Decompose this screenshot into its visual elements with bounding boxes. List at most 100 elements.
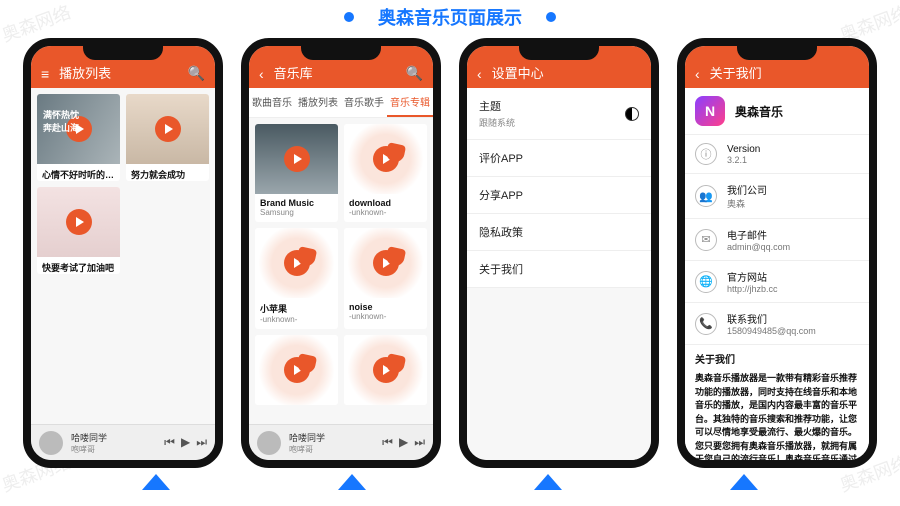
tab-artists[interactable]: 音乐歌手 (341, 88, 387, 117)
tab-albums[interactable]: 音乐专辑 (387, 88, 433, 117)
row-label: 电子邮件 (727, 227, 790, 242)
triangle-icon (338, 474, 366, 490)
row-label: 我们公司 (727, 182, 767, 197)
album-card[interactable] (255, 335, 338, 405)
now-playing-bar[interactable]: 哈喽同学 咆哮哥 ⏮ ▶ ⏭ (31, 424, 215, 460)
back-icon[interactable]: ‹ (477, 66, 482, 82)
card-title: Brand Music (255, 194, 338, 208)
row-label: 分享APP (479, 187, 523, 203)
indicator-row (0, 474, 900, 490)
card-title: 努力就会成功 (126, 164, 209, 181)
playlist-card[interactable]: 努力就会成功 (126, 94, 209, 181)
row-label: 评价APP (479, 150, 523, 166)
library-tabs: 歌曲音乐 播放列表 音乐歌手 音乐专辑 (249, 88, 433, 118)
app-logo-icon: N (695, 96, 725, 126)
play-icon[interactable] (155, 116, 181, 142)
play-icon[interactable]: ▶ (399, 435, 408, 450)
menu-icon[interactable]: ≡ (41, 66, 49, 82)
settings-row-theme[interactable]: 主题 跟随系统 (467, 88, 651, 140)
card-sub: Samsung (255, 208, 338, 222)
phone-settings: ‹ 设置中心 主题 跟随系统 评价APP 分享APP 隐私政策 关于我们 (459, 38, 659, 468)
about-text-block: 关于我们 奥森音乐播放器是一款带有精彩音乐推荐功能的播放器，同时支持在线音乐和本… (685, 345, 869, 460)
triangle-icon (730, 474, 758, 490)
appbar-title: 关于我们 (710, 63, 859, 82)
row-label: Version (727, 144, 760, 155)
row-value: admin@qq.com (727, 242, 790, 252)
row-value: 奥森 (727, 197, 767, 210)
card-sub: -unknown- (344, 312, 427, 326)
next-icon[interactable]: ⏭ (414, 435, 425, 450)
play-icon[interactable] (284, 146, 310, 172)
about-content: N 奥森音乐 ⓘ Version3.2.1 👥 我们公司奥森 ✉ 电子邮件adm… (685, 88, 869, 460)
phones-row: ≡ 播放列表 🔍 满怀热忱奔赴山海 心情不好时听的歌曲 努力就会成功 快要考试了… (0, 38, 900, 468)
theme-value: 跟随系统 (479, 116, 515, 129)
about-body: 奥森音乐播放器是一款带有精彩音乐推荐功能的播放器，同时支持在线音乐和本地音乐的播… (695, 372, 859, 460)
search-icon[interactable]: 🔍 (188, 65, 205, 82)
card-title: 小苹果 (255, 298, 338, 315)
library-content: Brand Music Samsung download -unknown- 小… (249, 118, 433, 424)
phone-library: ‹ 音乐库 🔍 歌曲音乐 播放列表 音乐歌手 音乐专辑 Brand Music … (241, 38, 441, 468)
album-card[interactable]: Brand Music Samsung (255, 124, 338, 222)
settings-row-rate[interactable]: 评价APP (467, 140, 651, 177)
card-title: download (344, 194, 427, 208)
album-art-icon (39, 431, 63, 455)
info-icon: ⓘ (695, 143, 717, 165)
about-row-contact[interactable]: 📞 联系我们1580949485@qq.com (685, 303, 869, 345)
play-icon[interactable]: ▶ (181, 435, 190, 450)
play-icon[interactable] (66, 209, 92, 235)
about-heading: 关于我们 (695, 353, 859, 368)
album-card[interactable]: 小苹果 -unknown- (255, 228, 338, 329)
settings-row-share[interactable]: 分享APP (467, 177, 651, 214)
page-title: 奥森音乐页面展示 (378, 4, 522, 30)
back-icon[interactable]: ‹ (259, 66, 264, 82)
album-card[interactable] (344, 335, 427, 405)
row-value: 3.2.1 (727, 155, 760, 165)
prev-icon[interactable]: ⏮ (164, 435, 175, 450)
row-label: 隐私政策 (479, 224, 523, 240)
about-app-row: N 奥森音乐 (685, 88, 869, 135)
triangle-icon (534, 474, 562, 490)
decoration-dot (344, 12, 354, 22)
appbar-title: 设置中心 (492, 63, 641, 82)
appbar-title: 音乐库 (274, 63, 396, 82)
decoration-dot (546, 12, 556, 22)
row-label: 官方网站 (727, 269, 778, 284)
album-card[interactable]: download -unknown- (344, 124, 427, 222)
about-row-website[interactable]: 🌐 官方网站http://jhzb.cc (685, 261, 869, 303)
about-row-version[interactable]: ⓘ Version3.2.1 (685, 135, 869, 174)
search-icon[interactable]: 🔍 (406, 65, 423, 82)
album-card[interactable]: noise -unknown- (344, 228, 427, 329)
showcase-header: 奥森音乐页面展示 (0, 0, 900, 30)
row-value: 1580949485@qq.com (727, 326, 816, 336)
next-icon[interactable]: ⏭ (196, 435, 207, 450)
phone-about: ‹ 关于我们 N 奥森音乐 ⓘ Version3.2.1 👥 我们公司奥森 ✉ … (677, 38, 877, 468)
tab-songs[interactable]: 歌曲音乐 (249, 88, 295, 117)
back-icon[interactable]: ‹ (695, 66, 700, 82)
card-sub: -unknown- (255, 315, 338, 329)
appbar: ‹ 音乐库 🔍 (249, 46, 433, 88)
about-row-company[interactable]: 👥 我们公司奥森 (685, 174, 869, 219)
playlist-content: 满怀热忱奔赴山海 心情不好时听的歌曲 努力就会成功 快要考试了加油吧 (31, 88, 215, 424)
card-title: 心情不好时听的歌曲 (37, 164, 120, 181)
appbar: ‹ 关于我们 (685, 46, 869, 88)
globe-icon: 🌐 (695, 271, 717, 293)
np-artist: 咆哮哥 (289, 444, 374, 455)
tab-playlists[interactable]: 播放列表 (295, 88, 341, 117)
row-label: 联系我们 (727, 311, 816, 326)
settings-row-privacy[interactable]: 隐私政策 (467, 214, 651, 251)
settings-row-about[interactable]: 关于我们 (467, 251, 651, 288)
row-value: http://jhzb.cc (727, 284, 778, 294)
playlist-card[interactable]: 快要考试了加油吧 (37, 187, 120, 274)
playlist-card[interactable]: 满怀热忱奔赴山海 心情不好时听的歌曲 (37, 94, 120, 181)
about-row-email[interactable]: ✉ 电子邮件admin@qq.com (685, 219, 869, 261)
now-playing-bar[interactable]: 哈喽同学 咆哮哥 ⏮ ▶ ⏭ (249, 424, 433, 460)
theme-label: 主题 (479, 101, 501, 113)
np-artist: 咆哮哥 (71, 444, 156, 455)
settings-list: 主题 跟随系统 评价APP 分享APP 隐私政策 关于我们 (467, 88, 651, 460)
app-name: 奥森音乐 (735, 103, 783, 120)
prev-icon[interactable]: ⏮ (382, 435, 393, 450)
appbar: ‹ 设置中心 (467, 46, 651, 88)
card-title: 快要考试了加油吧 (37, 257, 120, 274)
phone-icon: 📞 (695, 313, 717, 335)
row-label: 关于我们 (479, 261, 523, 277)
